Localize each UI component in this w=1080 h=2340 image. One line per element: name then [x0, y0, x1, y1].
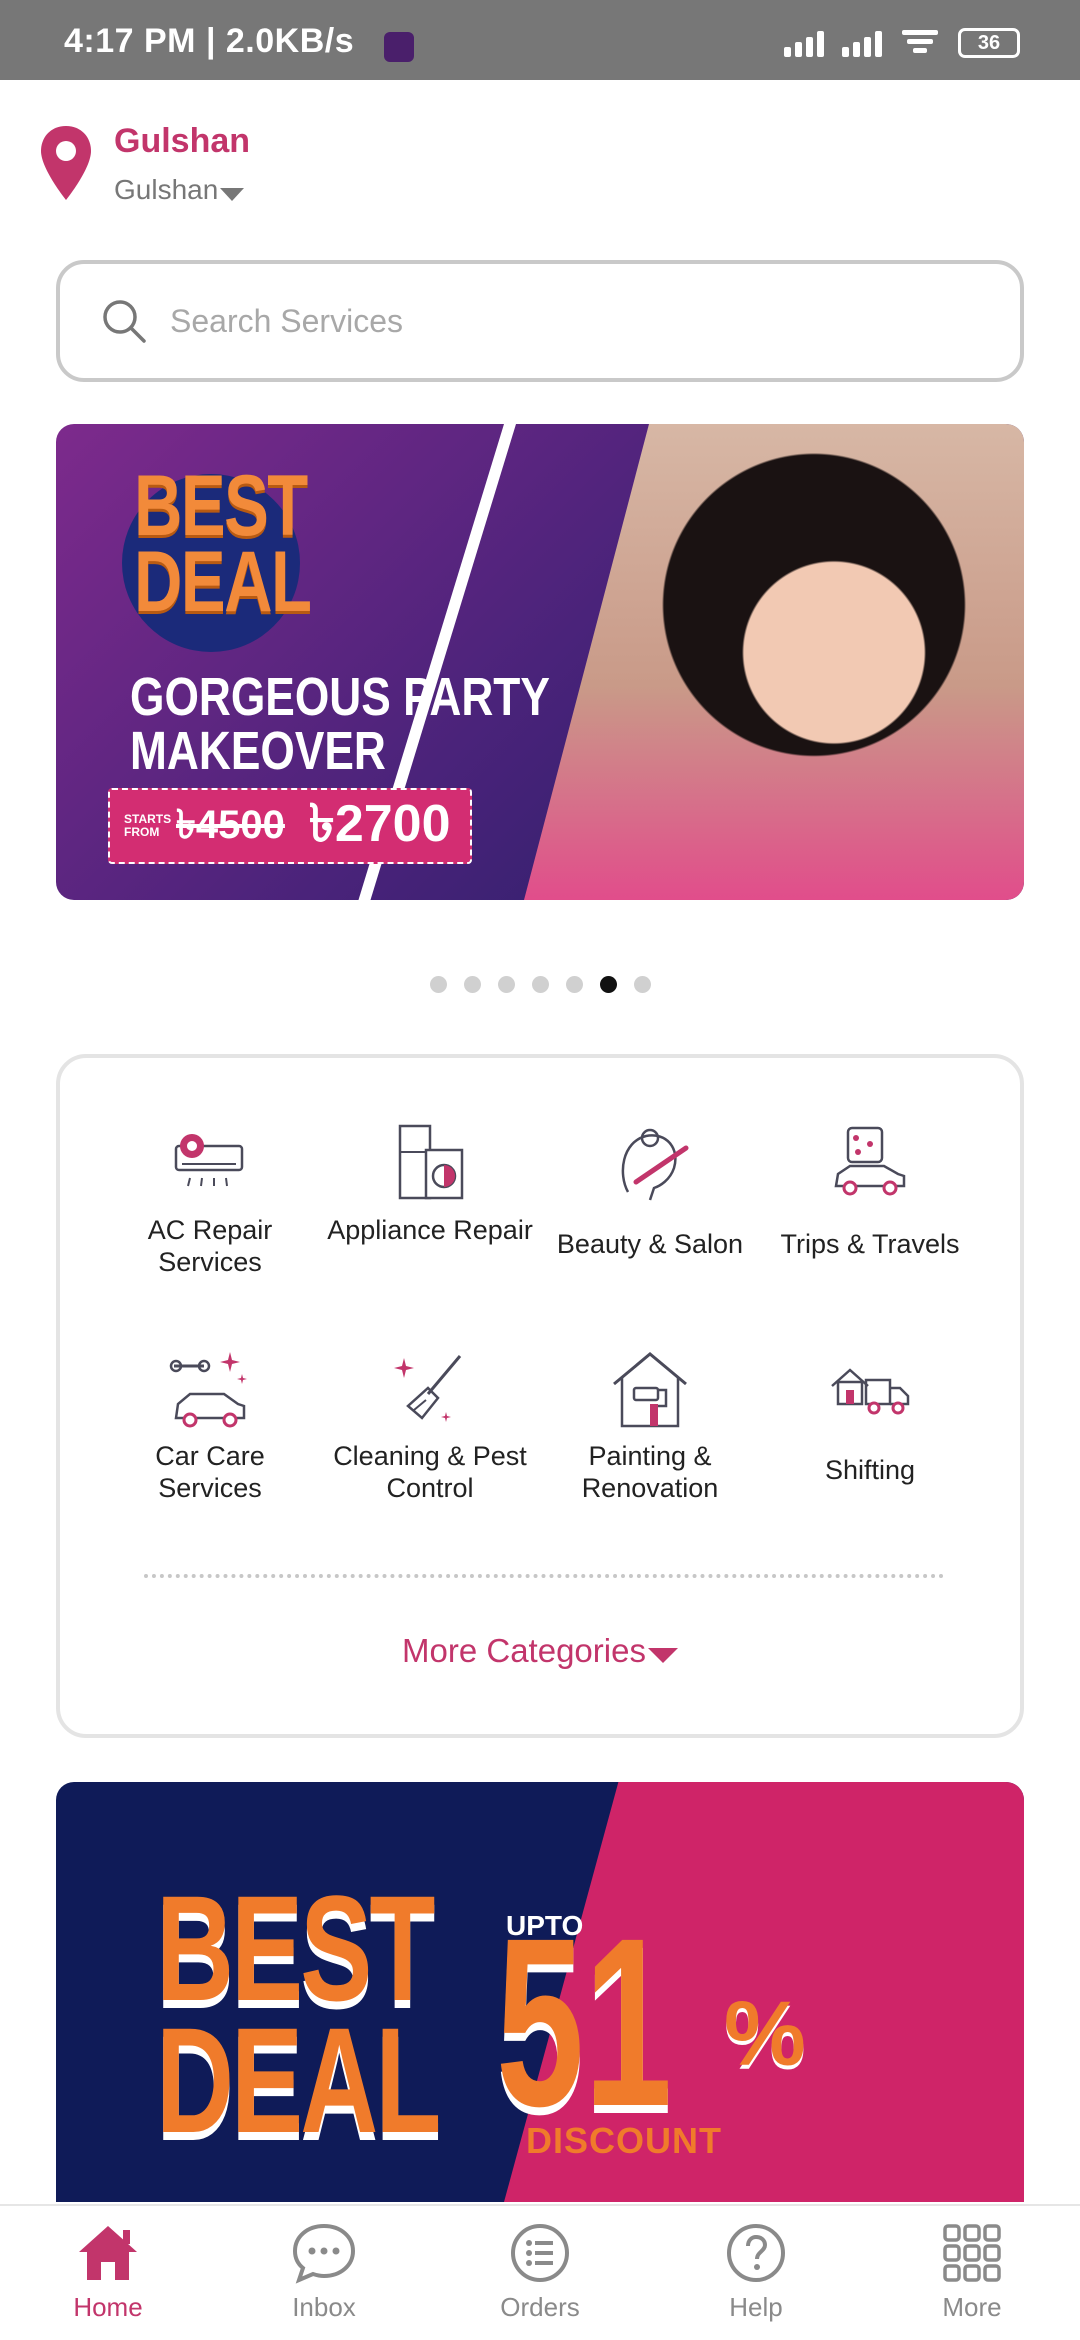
category-label: Painting & Renovation	[581, 1441, 719, 1503]
carousel-dot-active[interactable]	[600, 976, 617, 993]
category-painting-renovation[interactable]: Painting & Renovation	[540, 1348, 760, 1504]
old-price: ৳4500	[176, 802, 285, 847]
starts-from-label: STARTS FROM	[124, 812, 172, 839]
nav-more[interactable]: More	[864, 2206, 1080, 2340]
home-icon	[79, 2226, 137, 2280]
nav-inbox[interactable]: Inbox	[216, 2206, 432, 2340]
category-ac-repair[interactable]: AC Repair Services	[100, 1122, 320, 1278]
categories-divider	[144, 1574, 944, 1578]
nav-label: Inbox	[292, 2292, 356, 2322]
location-area[interactable]: Gulshan	[114, 122, 250, 161]
deal-banner[interactable]: BEST DEAL 51 UPTO % DISCOUNT	[56, 1782, 1024, 2202]
new-price: ৳2700	[308, 794, 451, 853]
painting-icon	[613, 1352, 687, 1428]
category-label: Trips & Travels	[780, 1229, 960, 1259]
carousel-dot[interactable]	[498, 976, 515, 993]
category-label: AC Repair Services	[147, 1215, 273, 1277]
system-icons: 36	[784, 28, 1020, 58]
category-label: Beauty & Salon	[556, 1229, 744, 1259]
deal-headline: BEST DEAL	[156, 1864, 441, 2164]
appliance-icon	[398, 1124, 464, 1200]
grid-icon	[943, 2224, 1001, 2282]
location-subarea: Gulshan	[114, 174, 219, 205]
carousel-indicator[interactable]	[430, 976, 651, 993]
beauty-icon	[621, 1128, 689, 1201]
nav-label: Orders	[500, 2292, 580, 2322]
badge-line-1: BEST	[134, 458, 308, 554]
chat-icon	[292, 2223, 356, 2284]
chevron-down-icon	[220, 187, 245, 201]
category-cleaning-pest[interactable]: Cleaning & Pest Control	[320, 1348, 540, 1504]
category-appliance-repair[interactable]: Appliance Repair	[320, 1122, 540, 1246]
list-icon	[511, 2224, 569, 2282]
nav-label: Help	[729, 2292, 783, 2322]
search-input[interactable]	[170, 302, 970, 340]
app-notification-icon	[384, 32, 414, 62]
signal-icon-2	[842, 29, 882, 57]
nav-label: Home	[73, 2292, 143, 2322]
price-tag: STARTS FROM ৳4500 ৳2700	[108, 788, 472, 864]
best-deal-badge: BEST DEAL	[134, 458, 312, 630]
category-shifting[interactable]: Shifting	[760, 1348, 980, 1486]
battery-icon: 36	[958, 28, 1020, 58]
location-selector[interactable]: Gulshan	[114, 174, 245, 206]
category-label: Car Care Services	[155, 1441, 265, 1503]
search-icon	[103, 300, 146, 343]
status-bar: 4:17 PM | 2.0KB/s 36	[0, 0, 1080, 80]
nav-label: More	[942, 2292, 1002, 2322]
location-pin-icon	[41, 126, 91, 200]
wifi-icon	[902, 30, 938, 53]
more-categories-label: More Categories	[402, 1632, 646, 1669]
nav-orders[interactable]: Orders	[432, 2206, 648, 2340]
category-label: Appliance Repair	[327, 1215, 533, 1245]
promo-banner[interactable]: BEST DEAL GORGEOUS PARTY MAKEOVER STARTS…	[56, 424, 1024, 900]
help-icon	[727, 2224, 785, 2282]
status-time: 4:17 PM | 2.0KB/s	[64, 22, 355, 60]
category-trips-travels[interactable]: Trips & Travels	[760, 1122, 980, 1260]
carousel-dot[interactable]	[430, 976, 447, 993]
carousel-dot[interactable]	[634, 976, 651, 993]
deal-discount-label: DISCOUNT	[526, 2120, 722, 2161]
nav-home[interactable]: Home	[0, 2206, 216, 2340]
category-label: Cleaning & Pest Control	[333, 1441, 527, 1503]
shifting-icon	[831, 1368, 910, 1415]
cleaning-icon	[394, 1355, 462, 1422]
deal-line-2: DEAL	[156, 1996, 441, 2164]
categories-card: AC Repair Services Appliance Repair Beau…	[56, 1054, 1024, 1738]
search-bar[interactable]	[56, 260, 1024, 382]
category-label: Shifting	[824, 1455, 916, 1485]
chevron-down-icon	[647, 1647, 678, 1663]
banner-headline: GORGEOUS PARTY MAKEOVER	[130, 667, 550, 781]
deal-line-1: BEST	[156, 1864, 435, 2032]
travel-icon	[834, 1126, 906, 1196]
deal-percent-sign: %	[724, 1983, 806, 2085]
nav-help[interactable]: Help	[648, 2206, 864, 2340]
bottom-navigation: Home Inbox Orders Help More	[0, 2204, 1080, 2340]
ac-icon	[174, 1134, 244, 1187]
car-care-icon	[169, 1352, 247, 1428]
category-beauty-salon[interactable]: Beauty & Salon	[540, 1122, 760, 1260]
more-categories-button[interactable]: More Categories	[60, 1632, 1020, 1670]
signal-icon	[784, 29, 824, 57]
category-car-care[interactable]: Car Care Services	[100, 1348, 320, 1504]
deal-upto: UPTO	[506, 1910, 584, 1941]
carousel-dot[interactable]	[532, 976, 549, 993]
carousel-dot[interactable]	[464, 976, 481, 993]
carousel-dot[interactable]	[566, 976, 583, 993]
badge-line-2: DEAL	[134, 534, 312, 630]
